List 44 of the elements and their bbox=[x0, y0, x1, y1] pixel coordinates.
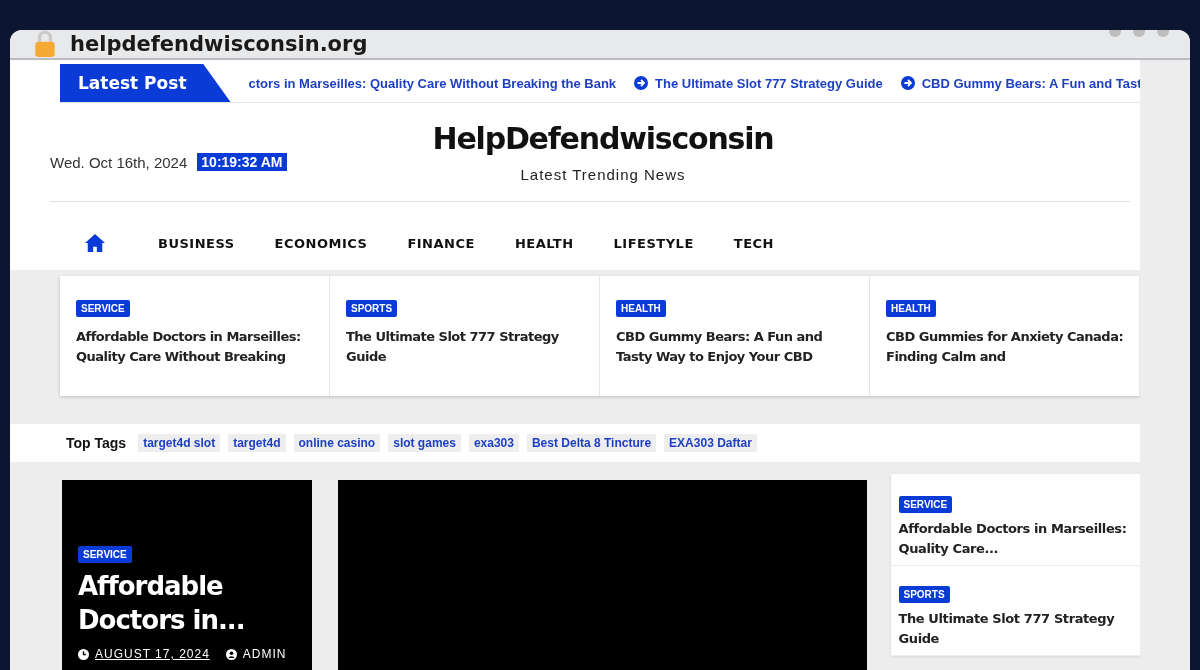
user-icon bbox=[225, 648, 237, 660]
nav-link[interactable]: LIFESTYLE bbox=[613, 235, 694, 251]
ticker-link[interactable]: CBD Gummy Bears: A Fun and Tast bbox=[921, 75, 1142, 91]
top-tags-label: Top Tags bbox=[66, 435, 127, 451]
post-title[interactable]: Affordable Doctors in Marseilles: Quality Care... bbox=[898, 519, 1132, 559]
post-title[interactable]: Affordable Doctors in Marseilles: Quality Care Without Breaking bbox=[76, 327, 315, 367]
hero-title[interactable]: Affordable Doctors in... bbox=[78, 569, 296, 637]
post-date[interactable]: AUGUST 17, 2024 bbox=[95, 647, 210, 661]
post-title[interactable]: The Ultimate Slot 777 Strategy Guide bbox=[898, 609, 1132, 649]
home-icon[interactable] bbox=[84, 233, 106, 253]
category-badge[interactable]: HEALTH bbox=[616, 300, 666, 317]
ticker-link[interactable]: The Ultimate Slot 777 Strategy Guide bbox=[655, 75, 883, 91]
tag-chip[interactable]: Best Delta 8 Tincture bbox=[526, 434, 657, 452]
category-badge[interactable]: SPORTS bbox=[346, 300, 398, 317]
nav-link[interactable]: BUSINESS bbox=[158, 235, 235, 251]
nav-link[interactable]: TECH bbox=[733, 235, 774, 251]
lock-icon bbox=[34, 30, 56, 58]
arrow-circle-icon bbox=[900, 76, 915, 90]
header-time: 10:19:32 AM bbox=[197, 153, 287, 171]
header-date: Wed. Oct 16th, 2024 bbox=[50, 153, 188, 171]
tag-chip[interactable]: target4d slot bbox=[138, 434, 221, 452]
ticker-link[interactable]: ctors in Marseilles: Quality Care Without Breaking the Bank bbox=[248, 75, 617, 91]
tag-chip[interactable]: target4d bbox=[228, 434, 286, 452]
post-title[interactable]: The Ultimate Slot 777 Strategy Guide bbox=[346, 327, 585, 367]
tag-chip[interactable]: online casino bbox=[293, 434, 381, 452]
category-badge[interactable]: SERVICE bbox=[898, 496, 953, 513]
category-badge[interactable]: HEALTH bbox=[886, 300, 936, 317]
post-author: ADMIN bbox=[242, 647, 287, 661]
category-badge[interactable]: SERVICE bbox=[78, 546, 132, 563]
tag-chip[interactable]: slot games bbox=[388, 434, 461, 452]
category-badge[interactable]: SERVICE bbox=[76, 300, 130, 317]
nav-link[interactable]: ECONOMICS bbox=[274, 235, 368, 251]
post-title[interactable]: CBD Gummy Bears: A Fun and Tasty Way to Enjoy Your CBD bbox=[616, 327, 855, 367]
clock-icon bbox=[78, 648, 89, 660]
category-badge[interactable]: SPORTS bbox=[898, 586, 950, 603]
site-title[interactable]: HelpDefendwisconsin bbox=[432, 121, 774, 156]
nav-link[interactable]: FINANCE bbox=[407, 235, 475, 251]
site-tagline: Latest Trending News bbox=[520, 166, 686, 183]
post-title[interactable]: CBD Gummies for Anxiety Canada: Finding Calm and bbox=[886, 327, 1125, 367]
arrow-circle-icon bbox=[634, 76, 649, 90]
tag-chip[interactable]: exa303 bbox=[468, 434, 519, 452]
nav-link[interactable]: HEALTH bbox=[514, 235, 574, 251]
latest-post-label: Latest Post bbox=[60, 64, 231, 102]
tag-chip[interactable]: EXA303 Daftar bbox=[664, 434, 757, 452]
